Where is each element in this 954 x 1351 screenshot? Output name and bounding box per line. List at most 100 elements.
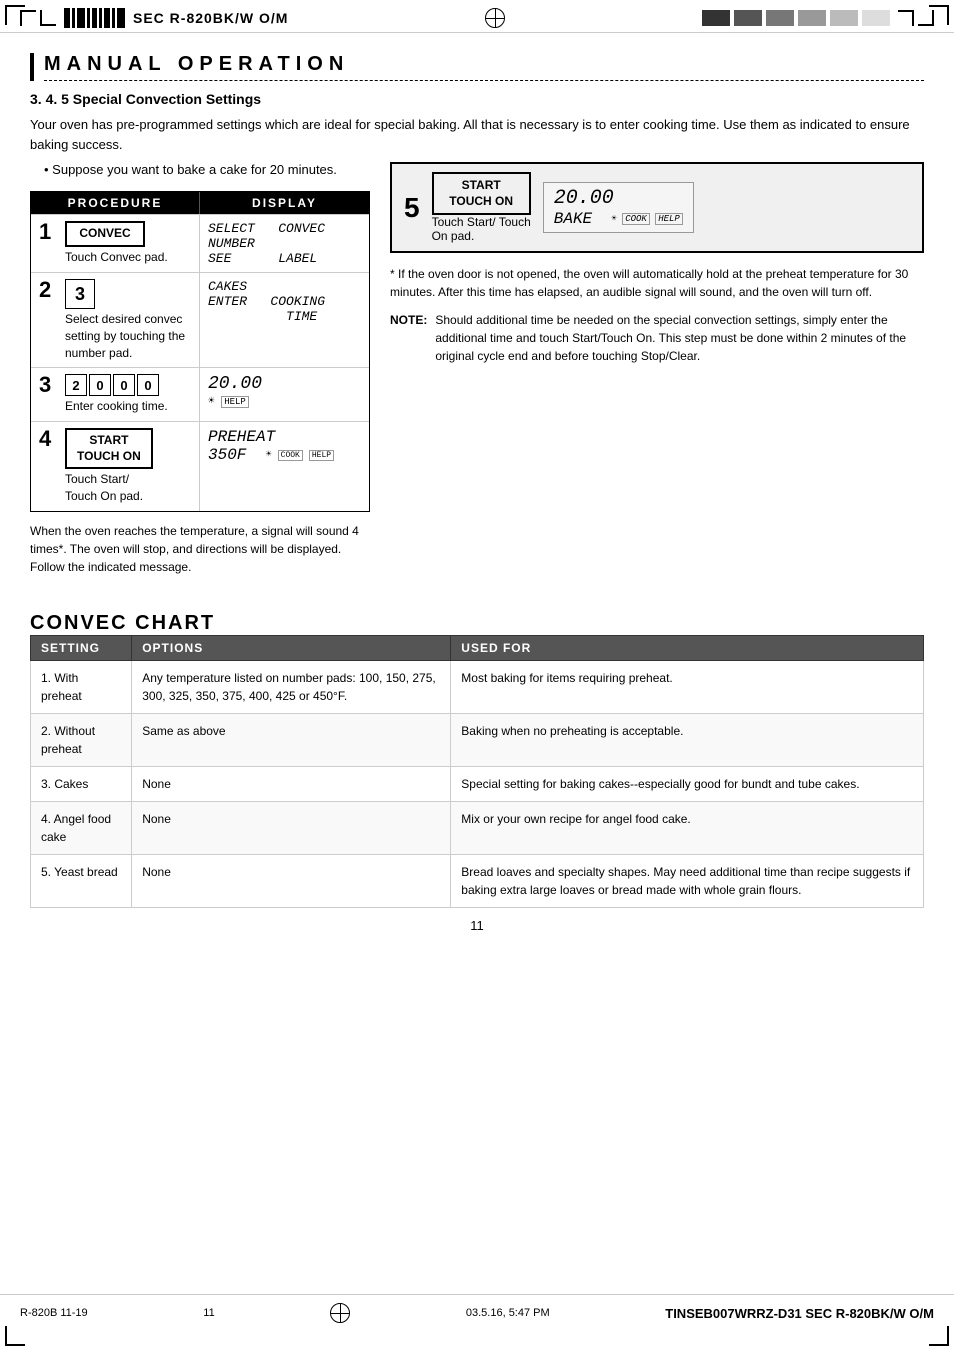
page-header: SEC R-820BK/W O/M — [0, 0, 954, 33]
subsection-title: 3. 4. 5 Special Convection Settings — [30, 91, 924, 107]
intro-text: Your oven has pre-programmed settings wh… — [30, 115, 924, 154]
numpad-2: 2 — [65, 374, 87, 396]
header-right — [702, 10, 934, 26]
step3-display: 20.00 ☀ HELP — [200, 368, 369, 421]
convec-cell-options-5: None — [132, 854, 451, 907]
bullet-text: Suppose you want to bake a cake for 20 m… — [30, 162, 370, 177]
step4-procedure: 4 START TOUCH ON Touch Start/Touch On pa… — [31, 422, 200, 511]
step-row-2: 2 3 Select desired convec setting by tou… — [31, 272, 369, 367]
step4-button-line2: TOUCH ON — [77, 449, 141, 465]
step5-bake: BAKE ☀ COOK HELP — [554, 210, 683, 228]
barcode-left — [64, 8, 125, 28]
footer-reg-mark — [330, 1303, 350, 1323]
step2-display: CAKES ENTER COOKING TIME — [200, 273, 369, 367]
col-header-setting: SETTING — [31, 635, 132, 660]
signal-text: When the oven reaches the temperature, a… — [30, 522, 370, 576]
numpad-0c: 0 — [137, 374, 159, 396]
page-footer: R-820B 11-19 11 03.5.16, 5:47 PM TINSEB0… — [0, 1294, 954, 1331]
page-number: 11 — [30, 918, 924, 933]
asterisk-symbol: * — [390, 267, 398, 281]
footer-left: R-820B 11-19 — [20, 1307, 88, 1319]
convec-title: CONVEC CHART — [30, 612, 924, 635]
convec-row-4: 4. Angel food cakeNoneMix or your own re… — [31, 801, 924, 854]
step1-label: Touch Convec pad. — [65, 249, 168, 266]
step2-button: 3 — [65, 279, 95, 309]
right-column: 5 START TOUCH ON Touch Start/ Touch On p… — [390, 162, 924, 365]
step-row-1: 1 CONVEC Touch Convec pad. SELECT CONVEC… — [31, 214, 369, 272]
note-label: NOTE: — [390, 311, 427, 365]
step2-display-line3: TIME — [208, 309, 361, 324]
step4-label: Touch Start/Touch On pad. — [65, 471, 153, 505]
convec-cell-used_for-5: Bread loaves and specialty shapes. May n… — [451, 854, 924, 907]
step5-lcd: 20.00 BAKE ☀ COOK HELP — [543, 182, 694, 233]
convec-table-header-row: SETTING OPTIONS USED FOR — [31, 635, 924, 660]
header-left: SEC R-820BK/W O/M — [20, 8, 288, 28]
step1-display-line1: SELECT CONVEC — [208, 221, 361, 236]
step5-label-line2: On pad. — [432, 229, 475, 243]
section-divider — [44, 80, 924, 81]
main-content: MANUAL OPERATION 3. 4. 5 Special Convect… — [0, 33, 954, 953]
convec-chart-section: CONVEC CHART SETTING OPTIONS USED FOR 1.… — [30, 612, 924, 908]
procedure-table-header: PROCEDURE DISPLAY — [31, 192, 369, 214]
step2-label: Select desired convec setting by touchin… — [65, 311, 191, 361]
step5-button-area: START TOUCH ON Touch Start/ Touch On pad… — [432, 172, 531, 243]
step2-content: 3 Select desired convec setting by touch… — [65, 279, 191, 361]
step5-label-line1: Touch Start/ Touch — [432, 215, 531, 229]
step3-numpad: 2 0 0 0 — [65, 374, 168, 396]
convec-cell-used_for-4: Mix or your own recipe for angel food ca… — [451, 801, 924, 854]
left-column: Suppose you want to bake a cake for 20 m… — [30, 162, 370, 592]
step5-time: 20.00 — [554, 187, 683, 210]
note-asterisk: * If the oven door is not opened, the ov… — [390, 265, 924, 301]
note-block: NOTE: Should additional time be needed o… — [390, 311, 924, 365]
numpad-0a: 0 — [89, 374, 111, 396]
convec-cell-options-4: None — [132, 801, 451, 854]
step2-display-line1: CAKES — [208, 279, 361, 294]
corner-bracket-tr — [929, 5, 949, 25]
step5-bake-text: BAKE — [554, 210, 592, 228]
step1-number: 1 — [39, 221, 59, 243]
step-row-3: 3 2 0 0 0 Enter cooking time. 20 — [31, 367, 369, 421]
col-header-options: OPTIONS — [132, 635, 451, 660]
convec-cell-setting-2: 2. Without preheat — [31, 713, 132, 766]
step4-content: START TOUCH ON Touch Start/Touch On pad. — [65, 428, 153, 505]
step2-number: 2 — [39, 279, 59, 301]
convec-cell-options-2: Same as above — [132, 713, 451, 766]
step2-procedure: 2 3 Select desired convec setting by tou… — [31, 273, 200, 367]
step1-content: CONVEC Touch Convec pad. — [65, 221, 168, 265]
step3-display-icon: ☀ HELP — [208, 394, 361, 408]
header-reg-center — [485, 8, 505, 28]
color-blocks — [702, 10, 890, 26]
convec-cell-setting-4: 4. Angel food cake — [31, 801, 132, 854]
convec-row-3: 3. CakesNoneSpecial setting for baking c… — [31, 766, 924, 801]
step4-display-preheat: PREHEAT — [208, 428, 361, 446]
step5-box: 5 START TOUCH ON Touch Start/ Touch On p… — [390, 162, 924, 253]
section-title: MANUAL OPERATION — [44, 53, 349, 76]
procedure-table: PROCEDURE DISPLAY 1 CONVEC Touch Convec … — [30, 191, 370, 512]
convec-row-5: 5. Yeast breadNoneBread loaves and speci… — [31, 854, 924, 907]
step1-procedure: 1 CONVEC Touch Convec pad. — [31, 215, 200, 272]
step1-display: SELECT CONVEC NUMBER SEE LABEL — [200, 215, 369, 272]
step3-number: 3 — [39, 374, 59, 396]
header-display: DISPLAY — [200, 192, 369, 214]
footer-right: TINSEB007WRRZ-D31 SEC R-820BK/W O/M — [665, 1306, 934, 1321]
step1-display-line3: SEE LABEL — [208, 251, 361, 266]
step1-display-line2: NUMBER — [208, 236, 361, 251]
convec-cell-options-3: None — [132, 766, 451, 801]
convec-cell-options-1: Any temperature listed on number pads: 1… — [132, 660, 451, 713]
step5-number: 5 — [404, 192, 420, 224]
header-procedure: PROCEDURE — [31, 192, 200, 214]
convec-cell-setting-5: 5. Yeast bread — [31, 854, 132, 907]
numpad-0b: 0 — [113, 374, 135, 396]
step4-button-line1: START — [77, 433, 141, 449]
step4-button: START TOUCH ON — [65, 428, 153, 469]
footer-center-right: 03.5.16, 5:47 PM — [466, 1307, 550, 1319]
section-header: MANUAL OPERATION — [30, 53, 924, 81]
convec-cell-used_for-3: Special setting for baking cakes--especi… — [451, 766, 924, 801]
step3-procedure: 3 2 0 0 0 Enter cooking time. — [31, 368, 200, 421]
two-column-layout: Suppose you want to bake a cake for 20 m… — [30, 162, 924, 592]
step2-display-line2: ENTER COOKING — [208, 294, 361, 309]
step4-display-temp: 350F ☀ COOK HELP — [208, 446, 361, 464]
step4-display: PREHEAT 350F ☀ COOK HELP — [200, 422, 369, 511]
step3-display-time: 20.00 — [208, 374, 361, 394]
footer-center-left: 11 — [203, 1307, 214, 1319]
